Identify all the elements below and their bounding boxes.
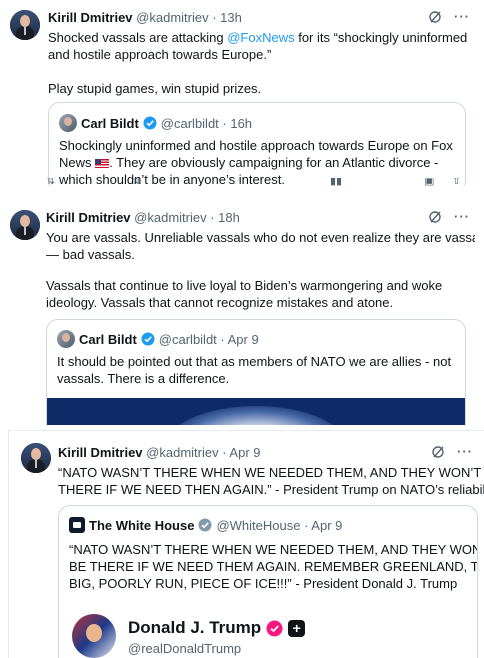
tweet-tools: ··· <box>428 209 470 224</box>
tweet-text-line: “NATO WASN’T THERE WHEN WE NEEDED THEM, … <box>58 465 484 480</box>
tweet-text-line: ideology. Vassals that cannot recognize … <box>46 295 394 310</box>
tweet-text-line: Shocked vassals are attacking @FoxNews f… <box>48 30 468 45</box>
quote-author-name[interactable]: Carl Bildt <box>81 116 139 131</box>
tweet-tools: ··· <box>428 9 470 24</box>
more-icon[interactable]: ··· <box>454 209 470 224</box>
avatar[interactable] <box>21 443 51 473</box>
quote-text-line: News . They are obviously campaigning fo… <box>59 155 439 170</box>
tweet-text-line: You are vassals. Unreliable vassals who … <box>46 230 475 245</box>
quote-tweet[interactable]: Carl Bildt @carlbildt · Apr 9 It should … <box>46 319 466 425</box>
embed-author: Donald J. Trump + <box>128 618 306 638</box>
more-icon[interactable]: ··· <box>454 9 470 24</box>
quote-avatar[interactable] <box>59 114 77 132</box>
white-house-logo-icon[interactable] <box>69 517 85 533</box>
author-handle-time[interactable]: @kadmitriev · 18h <box>134 210 240 225</box>
quote-header: Carl Bildt @carlbildt · 16h <box>59 114 252 132</box>
quote-avatar[interactable] <box>57 330 75 348</box>
more-icon[interactable]: ··· <box>457 444 473 459</box>
quote-text-line: Shockingly uninformed and hostile approa… <box>59 138 453 153</box>
quote-tweet[interactable]: Carl Bildt @carlbildt · 16h Shockingly u… <box>48 102 466 186</box>
avatar[interactable] <box>10 10 40 40</box>
author-name[interactable]: Kirill Dmitriev <box>46 210 131 225</box>
tweet-text-line: THERE IF WE NEED THEN AGAIN.” - Presiden… <box>58 482 484 497</box>
verified-gov-badge-icon <box>198 518 212 532</box>
tweet-2[interactable]: Kirill Dmitriev @kadmitriev · 18h ··· Yo… <box>0 199 475 425</box>
quote-author-handle-time[interactable]: @carlbildt · Apr 9 <box>159 332 259 347</box>
quote-text-line: BIG, POORLY RUN, PIECE OF ICE!!!” - Pres… <box>69 576 458 591</box>
quote-text-line: vassals. There is a difference. <box>57 371 230 386</box>
quote-author-name[interactable]: Carl Bildt <box>79 332 137 347</box>
tweet-header: Kirill Dmitriev @kadmitriev · Apr 9 <box>58 445 261 460</box>
embed-author-name[interactable]: Donald J. Trump <box>128 618 261 638</box>
plus-badge-icon: + <box>288 619 306 637</box>
embed-avatar[interactable] <box>72 614 116 658</box>
grok-icon[interactable] <box>428 210 442 224</box>
quote-text-line: It should be pointed out that as members… <box>57 354 452 369</box>
separator <box>0 186 484 199</box>
tweet-text-line: Play stupid games, win stupid prizes. <box>48 81 262 96</box>
tweet-text-line: — bad vassals. <box>46 247 135 262</box>
quote-text-line: “NATO WASN’T THERE WHEN WE NEEDED THEM, … <box>69 542 478 557</box>
tweet-header: Kirill Dmitriev @kadmitriev · 13h <box>48 10 242 25</box>
tweet-header: Kirill Dmitriev @kadmitriev · 18h <box>46 210 240 225</box>
embed-author-handle[interactable]: @realDonaldTrump <box>128 641 241 656</box>
quote-header: The White House @WhiteHouse · Apr 9 <box>69 517 342 533</box>
tweet-tools: ··· <box>431 444 473 459</box>
author-handle-time[interactable]: @kadmitriev · 13h <box>136 10 242 25</box>
quote-header: Carl Bildt @carlbildt · Apr 9 <box>57 330 259 348</box>
author-handle-time[interactable]: @kadmitriev · Apr 9 <box>146 445 260 460</box>
grok-icon[interactable] <box>431 445 445 459</box>
us-flag-icon <box>95 159 110 168</box>
tweet-text-line: Vassals that continue to live loyal to B… <box>46 278 443 293</box>
quote-text-line: BE THERE IF WE NEED THEM AGAIN. REMEMBER… <box>69 559 478 574</box>
verified-badge-icon <box>141 332 155 346</box>
tweet-text-line: and hostile approach towards Europe.” <box>48 47 272 62</box>
tweet-1[interactable]: Kirill Dmitriev @kadmitriev · 13h ··· Sh… <box>0 0 475 186</box>
verified-badge-icon <box>143 116 157 130</box>
mention-link[interactable]: @FoxNews <box>227 30 294 45</box>
author-name[interactable]: Kirill Dmitriev <box>58 445 143 460</box>
quote-author-handle-time[interactable]: @WhiteHouse · Apr 9 <box>216 518 342 533</box>
quote-media-image[interactable] <box>47 398 465 425</box>
grok-icon[interactable] <box>428 10 442 24</box>
quote-author-name[interactable]: The White House <box>89 518 194 533</box>
tweet-actions-partial: ⇅ ⇅ ♡ ▮▮ ▣ ⇧ <box>46 178 462 186</box>
verified-badge-icon <box>266 620 283 636</box>
quote-author-handle-time[interactable]: @carlbildt · 16h <box>161 116 252 131</box>
avatar[interactable] <box>10 210 40 240</box>
author-name[interactable]: Kirill Dmitriev <box>48 10 133 25</box>
